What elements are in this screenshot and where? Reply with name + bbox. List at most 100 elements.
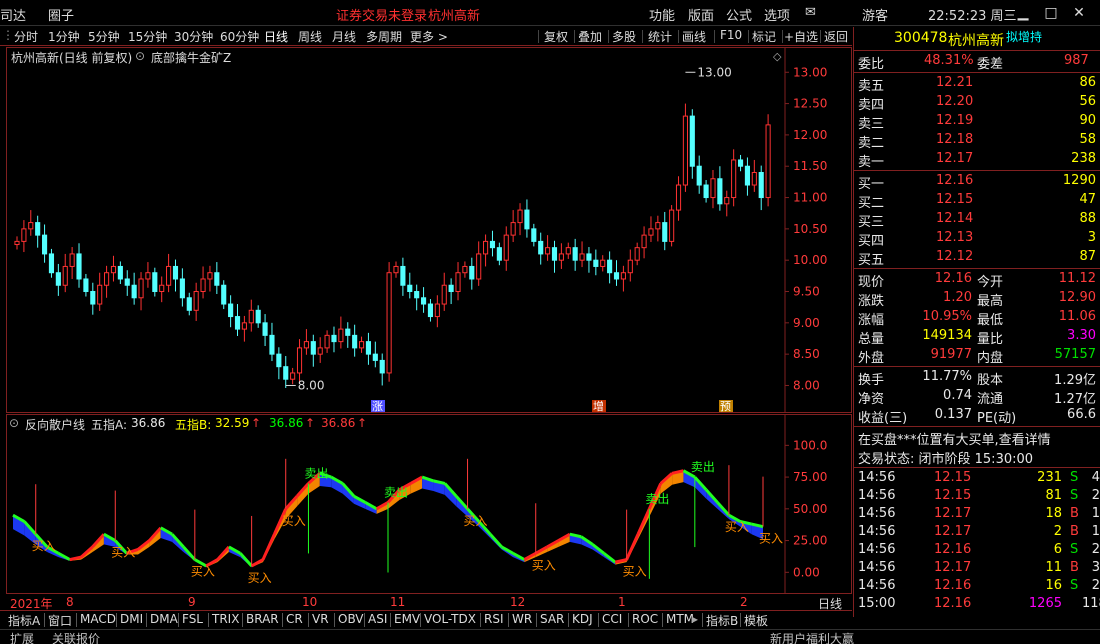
bid-row[interactable]: 买四 12.13 3 [856,229,1099,249]
period-tab[interactable]: 周线 [298,28,322,45]
period-tab[interactable]: 1分钟 [48,28,80,45]
period-tab[interactable]: 多周期 [366,28,402,45]
action-button[interactable]: 标记 [752,28,776,45]
menu-options[interactable]: 选项 [764,5,790,24]
menu-layout[interactable]: 版面 [688,5,714,24]
indicator-tab[interactable]: BRAR [246,612,279,626]
indicator-tab[interactable]: SAR [540,612,564,626]
action-button[interactable]: +自选 [784,28,818,45]
bid-label: 买二 [858,196,885,211]
bid-row[interactable]: 买二 12.15 47 [856,191,1099,211]
action-button[interactable]: 复权 [544,28,568,45]
mail-icon[interactable]: ✉ [805,5,816,20]
candle-body [469,265,475,280]
candle-body [455,272,461,293]
grid-icon[interactable]: ⋮ [2,28,14,42]
indicator-tab[interactable]: VOL-TDX [424,612,476,626]
indicator-tab[interactable]: MTM [666,612,694,626]
indicator-tab[interactable]: ROC [632,612,658,626]
period-tab[interactable]: 5分钟 [88,28,120,45]
tick-count: 3 [1091,560,1100,575]
candle-body [55,272,61,286]
indicator-tab[interactable]: ASI [368,612,387,626]
indicator-tab[interactable]: KDJ [572,612,593,626]
indicator-tab[interactable]: FSL [182,612,203,626]
indicator-tab[interactable]: OBV [338,612,364,626]
period-tab-active[interactable]: 日线 [264,28,288,45]
period-tab[interactable]: 分时 [14,28,38,45]
related-quote-button[interactable]: 关联报价 [52,630,100,644]
tick-direction: S [1070,578,1079,593]
action-button[interactable]: 多股 [612,28,636,45]
bid-row[interactable]: 买五 12.12 87 [856,248,1099,268]
indicator-tab[interactable]: DMI [120,612,143,626]
tick-direction: S [1070,488,1079,503]
candle-body [648,228,654,236]
bid-row[interactable]: 买一 12.16 1290 [856,172,1099,192]
period-tab[interactable]: 60分钟 [220,28,259,45]
indicator-tab[interactable]: MACD [80,612,116,626]
indicator-tab[interactable]: 指标B [706,612,738,629]
indicator-tab[interactable]: EMV [394,612,420,626]
indicator-tab[interactable]: WR [512,612,532,626]
candle-body [124,278,130,286]
app-name: 司达 [0,9,27,24]
stat-label: 外盘 [858,351,885,366]
indicator-tab[interactable]: VR [312,612,329,626]
indicator-tab[interactable]: 模板 [744,612,768,629]
indicator-tab[interactable]: 指标A [8,612,40,629]
candle-body [737,159,744,167]
tick-count: 1 [1091,506,1100,521]
info-big-order[interactable]: 在买盘***位置有大买单,查看详情 [858,429,1051,448]
close-icon[interactable]: ✕ [1068,2,1090,24]
stock-tag[interactable]: 拟增持 [1006,28,1042,45]
indicator-tab[interactable]: CR [286,612,303,626]
circle-menu[interactable]: 圈子 [48,5,74,24]
action-button[interactable]: 统计 [648,28,672,45]
bid-row[interactable]: 买三 12.14 88 [856,210,1099,230]
y-tick-label: 12.50 [793,97,827,111]
action-button[interactable]: 叠加 [578,28,602,45]
candle-body [558,253,564,261]
minimize-icon[interactable]: ▁ [1012,2,1034,24]
indicator-tab[interactable]: DMA [150,612,178,626]
login-notice[interactable]: 证券交易未登录 [336,5,427,24]
scroll-right-icon[interactable]: ▸ [692,612,698,626]
info-row[interactable]: 在买盘***位置有大买单,查看详情 [856,428,1099,448]
tick-volume: 18 [1045,506,1062,521]
ask-row[interactable]: 卖一 12.17 238 [856,150,1099,170]
indicator-tab[interactable]: TRIX [212,612,239,626]
menu-function[interactable]: 功能 [649,5,675,24]
indicator-tab[interactable]: 窗口 [48,612,72,629]
indicator-tab[interactable]: RSI [484,612,504,626]
ask-row[interactable]: 卖四 12.20 56 [856,93,1099,113]
action-button[interactable]: 返回 [824,28,848,45]
action-button[interactable]: F10 [720,28,742,42]
indicator-chart[interactable]: ⊙ 反向散户线 五指A: 36.86 五指B: 32.59 ↑ 36.86 ↑ … [6,414,852,594]
period-tab[interactable]: 月线 [332,28,356,45]
user-label[interactable]: 游客 [862,5,888,24]
maximize-icon[interactable]: □ [1040,2,1062,24]
ask-row[interactable]: 卖三 12.19 90 [856,112,1099,132]
period-tab-more[interactable]: 更多 > [410,28,448,45]
indicator-tabs: 指标A 窗口 MACD DMI DMA FSL TRIX BRAR CR VR OBV ASI EMV V… [0,610,852,628]
period-tab[interactable]: 15分钟 [128,28,167,45]
expand-button[interactable]: 扩展 [10,630,34,644]
stat-label: 最高 [977,294,1004,309]
period-tab[interactable]: 30分钟 [174,28,213,45]
buy-signal-label: 买入 [464,514,488,528]
bid-volume: 3 [1087,230,1096,245]
menu-formula[interactable]: 公式 [726,5,752,24]
promo-link[interactable]: 新用户福利大赢 [770,630,854,644]
main-chart[interactable]: 杭州高新(日线 前复权) ⊙ 底部擒牛金矿Z ◇ 13.00 12.50 12.00… [6,47,852,413]
candle-body [41,234,48,255]
tick-volume: 16 [1045,578,1062,593]
ask-row[interactable]: 卖二 12.18 58 [856,131,1099,151]
divider [308,613,309,627]
action-button[interactable]: 画线 [682,28,706,45]
ask-row[interactable]: 卖五 12.21 86 [856,74,1099,94]
candle-body [524,209,530,230]
indicator-tab[interactable]: CCI [602,612,622,626]
tick-time: 14:56 [858,542,896,557]
candle-body [627,259,633,274]
